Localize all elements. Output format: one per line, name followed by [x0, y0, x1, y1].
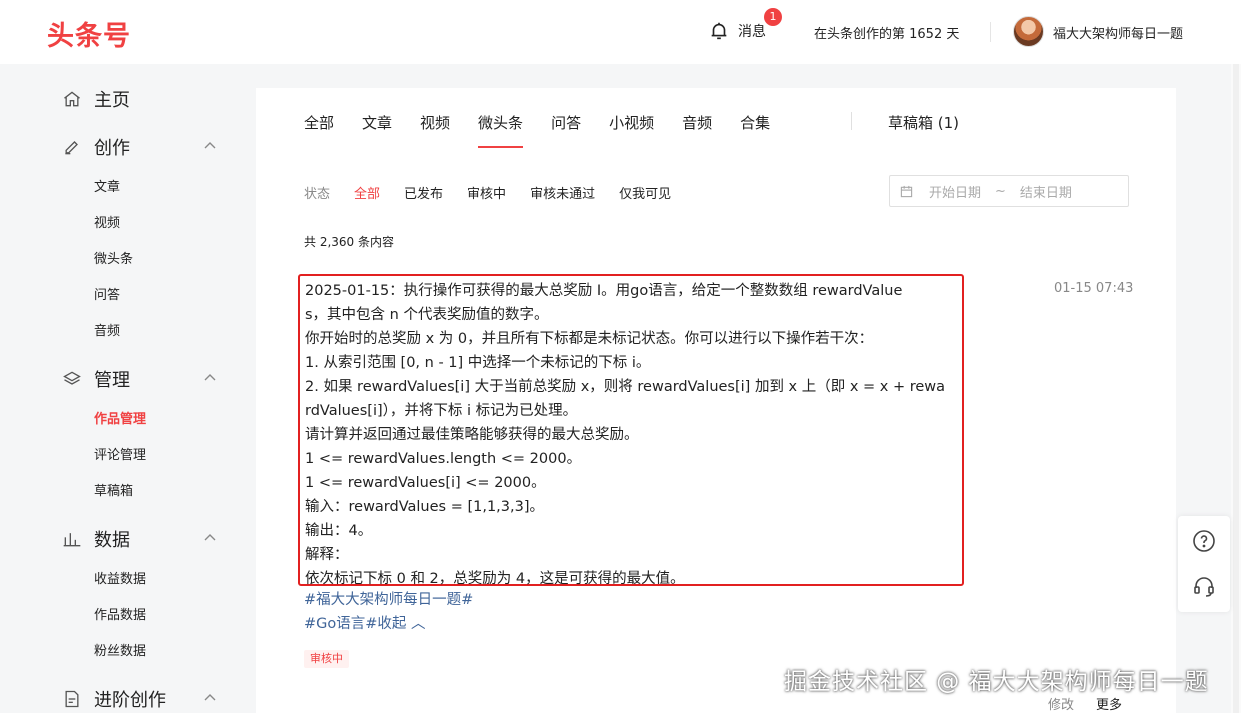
date-end-input[interactable]: 结束日期 — [1020, 182, 1072, 201]
tab-drafts[interactable]: 草稿箱 (1) — [888, 112, 959, 133]
filter-private[interactable]: 仅我可见 — [619, 183, 671, 202]
tabs-divider — [851, 112, 852, 130]
post-content[interactable]: 2025-01-15：执行操作可获得的最大总奖励 Ⅰ。用go语言，给定一个整数数… — [298, 274, 964, 587]
content-count: 共 2,360 条内容 — [304, 235, 394, 249]
hashtag-link[interactable]: #福大大架构师每日一题# — [304, 588, 473, 609]
creation-days: 在头条创作的第 1652 天 — [814, 27, 960, 42]
chevron-up-icon[interactable] — [203, 691, 217, 705]
sidebar-item-audio[interactable]: 音频 — [94, 320, 120, 339]
calendar-icon — [900, 185, 913, 197]
chevron-up-icon[interactable] — [203, 531, 217, 545]
post-line: 输出：4。 — [305, 523, 373, 539]
status-badge: 审核中 — [304, 650, 349, 668]
tab-all[interactable]: 全部 — [304, 112, 334, 142]
page-scrollbar[interactable] — [1231, 64, 1241, 713]
pen-icon — [65, 141, 78, 155]
avatar[interactable] — [1013, 16, 1044, 47]
post-line: 你开始时的总奖励 x 为 0，并且所有下标都是未标记状态。你可以进行以下操作若干… — [305, 331, 874, 347]
sidebar-item-works-manage[interactable]: 作品管理 — [94, 408, 146, 427]
content-type-tabs: 全部 文章 视频 微头条 问答 小视频 音频 合集 — [304, 112, 798, 148]
home-icon — [64, 91, 80, 107]
tab-video[interactable]: 视频 — [420, 112, 450, 142]
sidebar-item-home[interactable]: 主页 — [62, 86, 130, 112]
headset-icon[interactable] — [1192, 574, 1216, 598]
chevron-up-icon[interactable] — [203, 371, 217, 385]
sidebar-item-comments-manage[interactable]: 评论管理 — [94, 444, 146, 463]
scrollbar-thumb[interactable] — [1233, 64, 1239, 713]
floating-toolbar — [1178, 516, 1230, 612]
sidebar-item-fans-data[interactable]: 粉丝数据 — [94, 640, 146, 659]
tab-audio[interactable]: 音频 — [682, 112, 712, 142]
sidebar-item-qa[interactable]: 问答 — [94, 284, 120, 303]
date-range-picker[interactable]: 开始日期 ~ 结束日期 — [889, 175, 1129, 207]
sidebar-item-advanced[interactable]: 进阶创作 — [62, 686, 166, 712]
edit-button[interactable]: 修改 — [1048, 694, 1074, 713]
date-separator: ~ — [995, 183, 1006, 199]
status-filters: 状态 全部 已发布 审核中 审核未通过 仅我可见 — [304, 183, 695, 202]
sidebar-item-video[interactable]: 视频 — [94, 212, 120, 231]
sidebar-item-label: 创作 — [94, 138, 130, 159]
sidebar-item-drafts[interactable]: 草稿箱 — [94, 480, 133, 499]
help-icon[interactable] — [1192, 529, 1216, 553]
sidebar-item-create[interactable]: 创作 — [62, 134, 130, 160]
sidebar-item-micro-post[interactable]: 微头条 — [94, 248, 133, 267]
post-actions: 修改 更多 — [1048, 694, 1144, 713]
messages-button[interactable]: 消息 1 — [708, 8, 782, 42]
post-line: 输入：rewardValues = [1,1,3,3]。 — [305, 499, 545, 515]
filter-reviewing[interactable]: 审核中 — [467, 183, 506, 202]
filter-all[interactable]: 全部 — [354, 183, 380, 202]
tab-article[interactable]: 文章 — [362, 112, 392, 142]
sidebar-item-label: 进阶创作 — [94, 690, 166, 711]
bell-icon — [711, 22, 727, 40]
sidebar-item-manage[interactable]: 管理 — [62, 366, 130, 392]
header-divider — [990, 22, 991, 42]
tab-micro-post[interactable]: 微头条 — [478, 112, 524, 148]
sidebar-item-article[interactable]: 文章 — [94, 176, 120, 195]
edit-doc-icon — [65, 690, 79, 708]
username[interactable]: 福大大架构师每日一题 — [1053, 23, 1183, 42]
content-panel: 全部 文章 视频 微头条 问答 小视频 音频 合集 草稿箱 (1) 状态 全部 … — [256, 88, 1176, 713]
messages-badge: 1 — [764, 8, 782, 26]
post-line: 1. 从索引范围 [0, n - 1] 中选择一个未标记的下标 i。 — [305, 355, 651, 371]
chevron-up-icon[interactable]: ︿ — [411, 616, 426, 632]
post-line: s，其中包含 n 个代表奖励值的数字。 — [305, 307, 549, 323]
post-line: 2. 如果 rewardValues[i] 大于当前总奖励 x，则将 rewar… — [305, 379, 946, 395]
tab-short-video[interactable]: 小视频 — [609, 112, 654, 142]
messages-label: 消息 — [738, 24, 766, 40]
filter-published[interactable]: 已发布 — [404, 183, 443, 202]
post-timestamp: 01-15 07:43 — [1054, 281, 1134, 296]
sidebar-item-label: 管理 — [94, 370, 130, 391]
post-line: rdValues[i]），并将下标 i 标记为已处理。 — [305, 403, 578, 419]
hashtag-go-collapse[interactable]: #Go语言#收起 — [304, 616, 406, 632]
filter-rejected[interactable]: 审核未通过 — [530, 183, 595, 202]
layers-icon — [63, 371, 81, 385]
post-line: 请计算并返回通过最佳策略能够获得的最大总奖励。 — [305, 427, 639, 443]
sidebar: 主页 创作 文章 视频 微头条 问答 音频 管理 作品管理 评论管理 草稿箱 数… — [0, 64, 240, 713]
tab-qa[interactable]: 问答 — [551, 112, 581, 142]
chevron-up-icon[interactable] — [203, 139, 217, 153]
sidebar-item-works-data[interactable]: 作品数据 — [94, 604, 146, 623]
post-line: 1 <= rewardValues[i] <= 2000。 — [305, 475, 546, 491]
date-start-input[interactable]: 开始日期 — [929, 182, 981, 201]
toutiao-logo[interactable]: 头条号 — [47, 14, 131, 53]
top-header: 头条号 消息 1 在头条创作的第 1652 天 福大大架构师每日一题 — [0, 0, 1241, 64]
post-line: 1 <= rewardValues.length <= 2000。 — [305, 451, 582, 467]
status-filter-label: 状态 — [304, 187, 331, 202]
watermark: 掘金技术社区 @ 福大大架构师每日一题 — [784, 669, 1209, 695]
sidebar-item-label: 主页 — [94, 90, 130, 111]
bar-chart-icon — [63, 533, 81, 547]
sidebar-item-label: 数据 — [94, 530, 130, 551]
sidebar-item-revenue-data[interactable]: 收益数据 — [94, 568, 146, 587]
post-line: 2025-01-15：执行操作可获得的最大总奖励 Ⅰ。用go语言，给定一个整数数… — [305, 283, 903, 299]
hashtag-row: #Go语言#收起 ︿ — [304, 612, 426, 633]
more-button[interactable]: 更多 — [1096, 694, 1122, 713]
sidebar-item-data[interactable]: 数据 — [62, 526, 130, 552]
post-line: 解释： — [305, 547, 349, 563]
tab-collection[interactable]: 合集 — [740, 112, 770, 142]
